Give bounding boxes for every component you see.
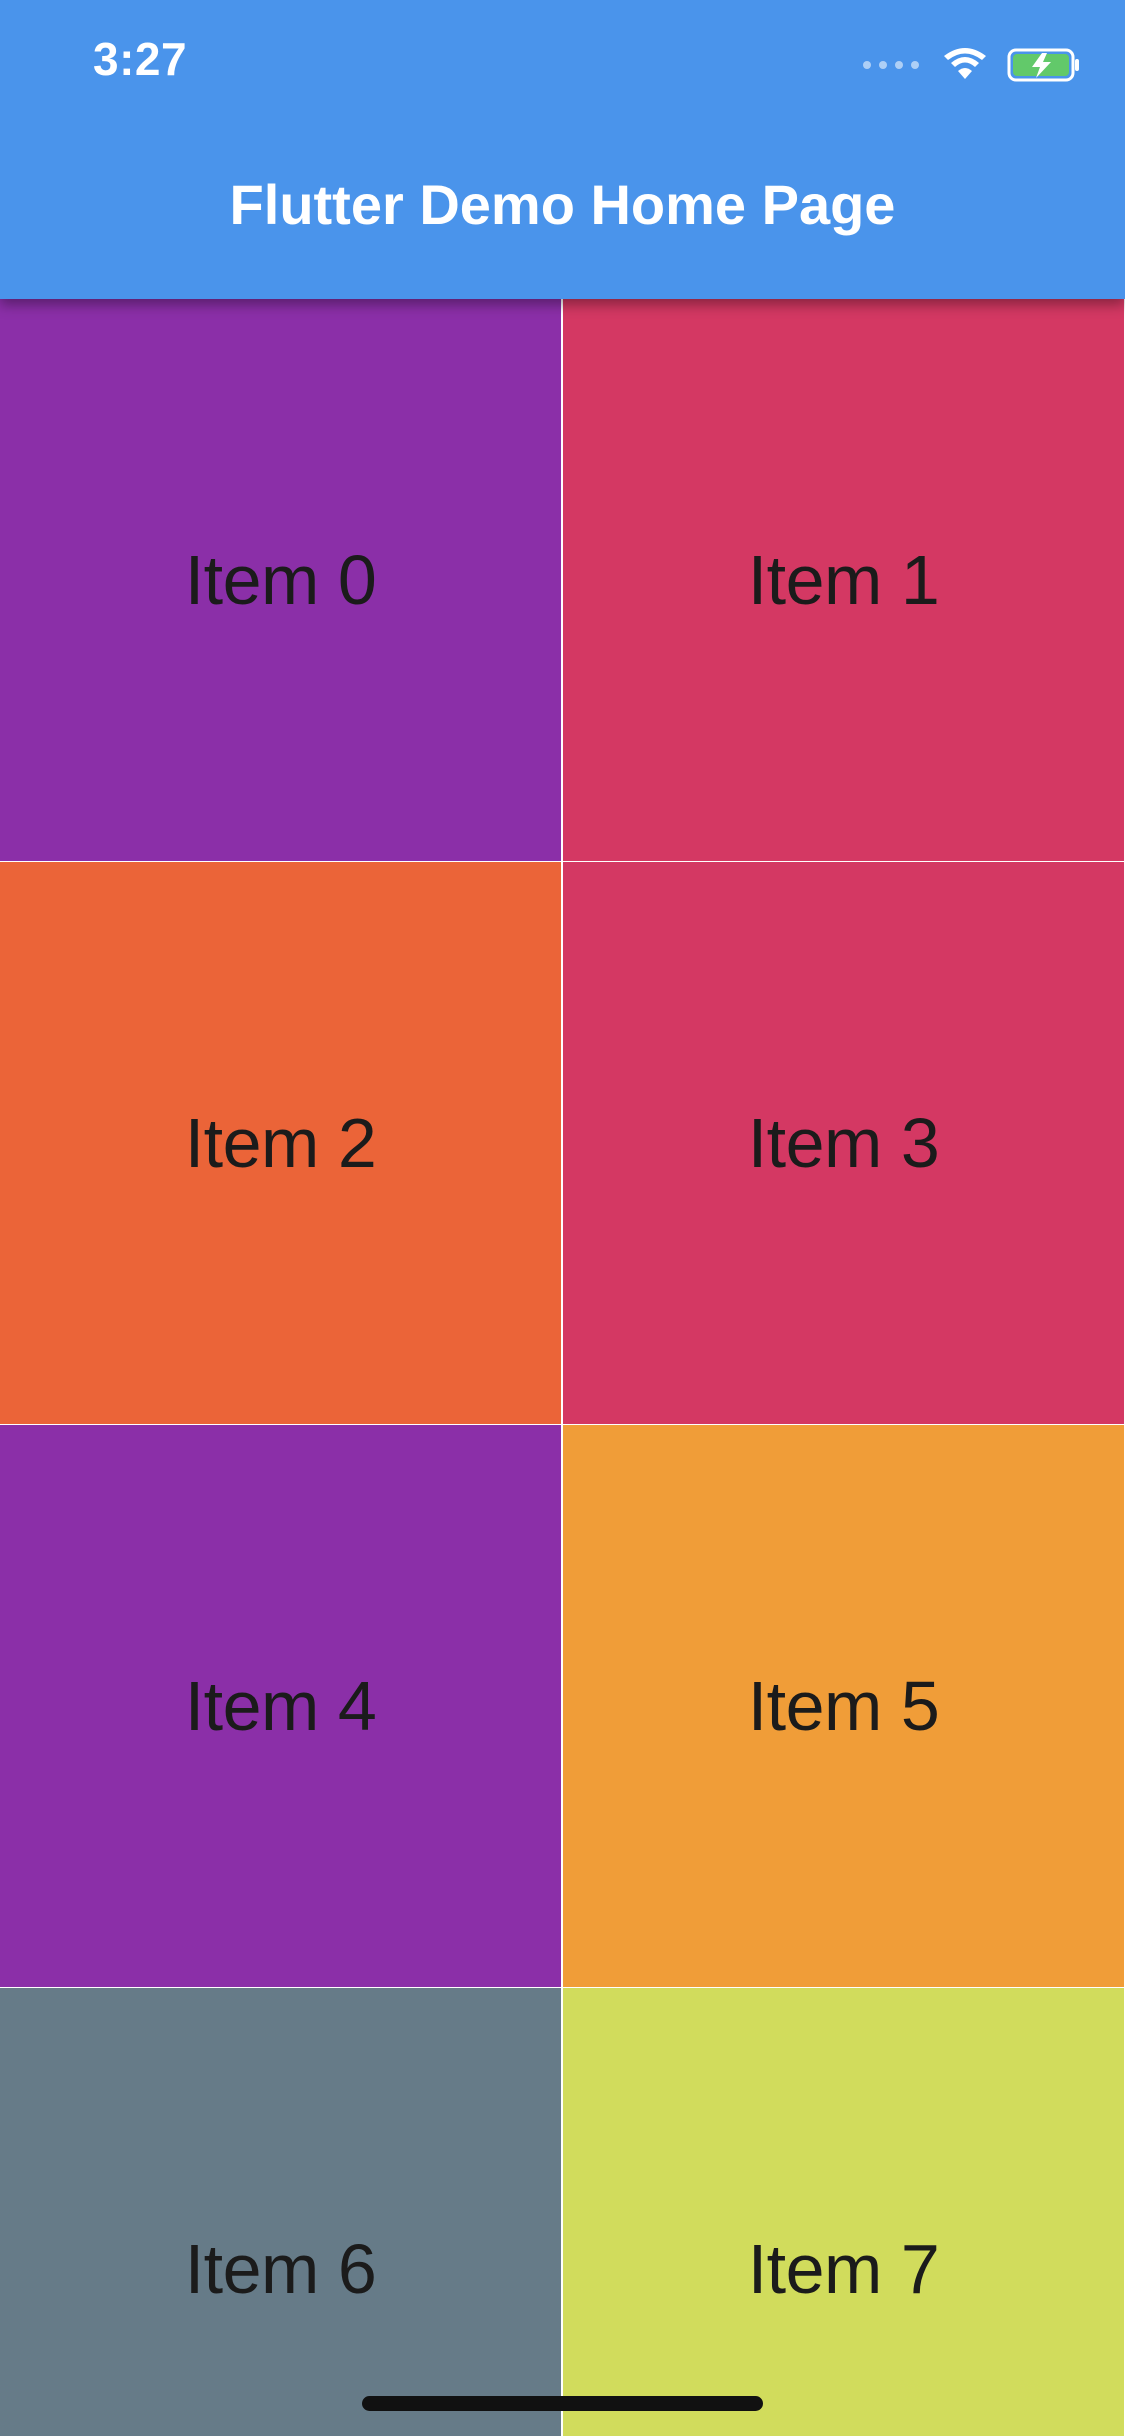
grid-item-1[interactable]: Item 1 (563, 299, 1124, 861)
grid-item-label: Item 2 (184, 1104, 377, 1182)
grid-item-label: Item 6 (184, 2230, 377, 2308)
status-bar: 3:27 (0, 0, 1125, 132)
grid-item-label: Item 7 (747, 2230, 940, 2308)
status-time: 3:27 (93, 33, 188, 85)
wifi-icon (944, 48, 986, 79)
grid-item-3[interactable]: Item 3 (563, 862, 1124, 1424)
cellular-dots-icon (863, 61, 919, 69)
status-icons (863, 48, 1081, 82)
app-bar: Flutter Demo Home Page (0, 132, 1125, 299)
page-title: Flutter Demo Home Page (229, 173, 896, 236)
grid-item-label: Item 3 (747, 1104, 940, 1182)
phone-screen: 3:27 Flutter Demo Home Page Item 0 Item … (0, 0, 1125, 2436)
grid-item-4[interactable]: Item 4 (0, 1425, 561, 1987)
grid-item-label: Item 4 (184, 1667, 377, 1745)
grid-item-2[interactable]: Item 2 (0, 862, 561, 1424)
grid-item-6[interactable]: Item 6 (0, 1988, 561, 2436)
item-grid[interactable]: Item 0 Item 1 Item 2 Item 3 Item 4 Item … (0, 299, 1125, 2436)
grid-item-5[interactable]: Item 5 (563, 1425, 1124, 1987)
grid-item-label: Item 0 (184, 541, 377, 619)
grid-item-0[interactable]: Item 0 (0, 299, 561, 861)
grid-item-7[interactable]: Item 7 (563, 1988, 1124, 2436)
grid-item-label: Item 5 (747, 1667, 940, 1745)
home-indicator[interactable] (362, 2396, 763, 2411)
grid-item-label: Item 1 (747, 541, 940, 619)
battery-charging-icon (1007, 48, 1079, 82)
